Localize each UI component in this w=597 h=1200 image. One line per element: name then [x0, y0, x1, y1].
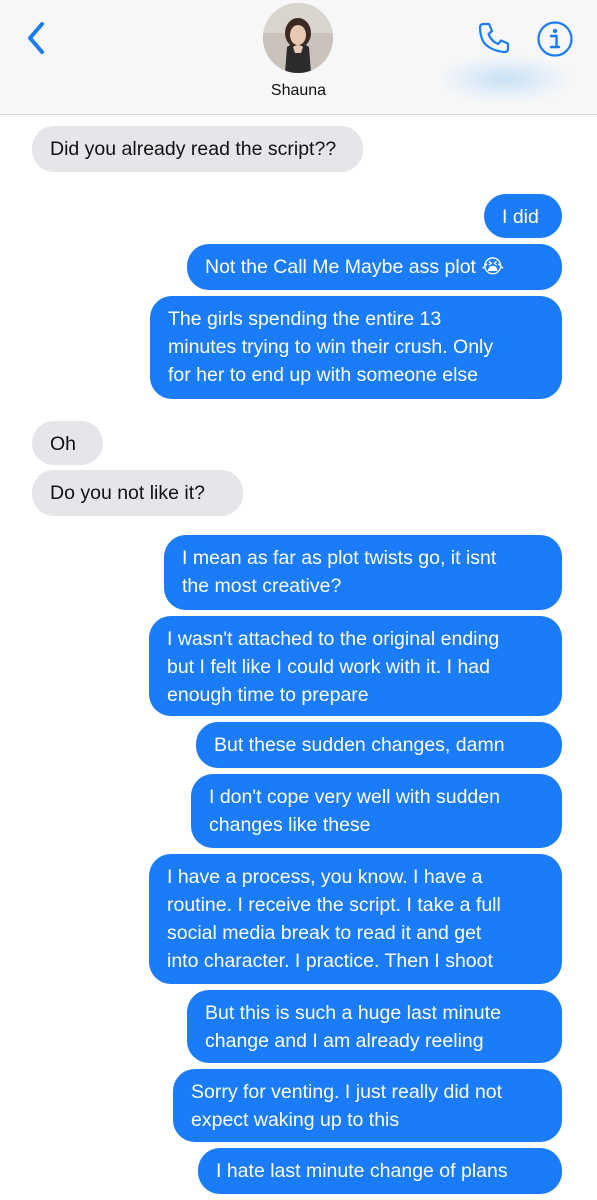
message-outgoing[interactable]: The girls spending the entire 13 minutes…: [150, 296, 562, 399]
contact-avatar[interactable]: [263, 3, 333, 73]
info-icon: [536, 20, 574, 63]
phone-icon: [476, 20, 512, 61]
message-incoming[interactable]: Oh: [32, 421, 103, 465]
conversation-header: Shauna: [0, 0, 597, 115]
message-outgoing[interactable]: I don't cope very well with sudden chang…: [191, 774, 562, 848]
message-outgoing[interactable]: I have a process, you know. I have a rou…: [149, 854, 562, 984]
info-button[interactable]: [532, 18, 578, 64]
message-outgoing[interactable]: I hate last minute change of plans: [198, 1148, 562, 1194]
message-outgoing[interactable]: Sorry for venting. I just really did not…: [173, 1069, 562, 1142]
message-outgoing[interactable]: Not the Call Me Maybe ass plot 😭: [187, 244, 562, 290]
back-button[interactable]: [18, 18, 54, 62]
message-outgoing[interactable]: But these sudden changes, damn: [196, 722, 562, 768]
message-incoming[interactable]: Did you already read the script??: [32, 126, 363, 172]
message-outgoing[interactable]: But this is such a huge last minute chan…: [187, 990, 562, 1063]
message-outgoing[interactable]: I wasn't attached to the original ending…: [149, 616, 562, 716]
call-button[interactable]: [472, 18, 516, 62]
chevron-left-icon: [25, 21, 47, 60]
message-incoming[interactable]: Do you not like it?: [32, 470, 243, 516]
message-outgoing[interactable]: I did: [484, 194, 562, 238]
message-outgoing[interactable]: I mean as far as plot twists go, it isnt…: [164, 535, 562, 610]
